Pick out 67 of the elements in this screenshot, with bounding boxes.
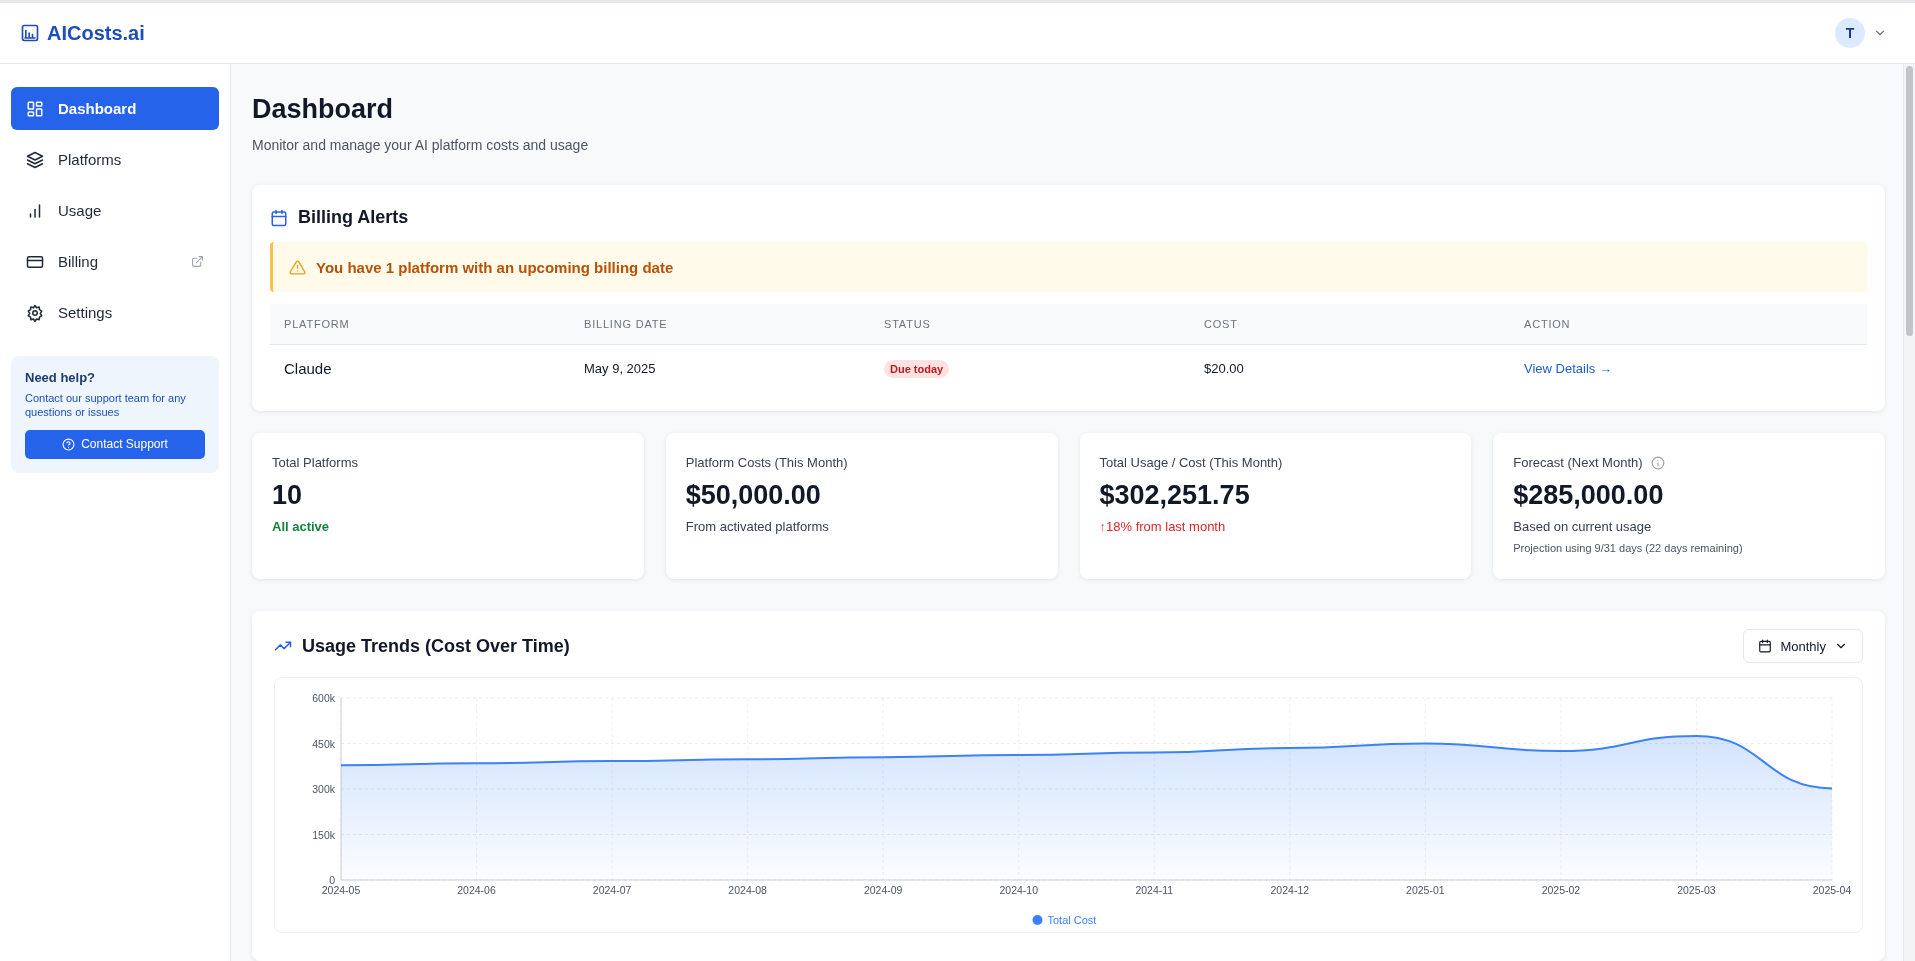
stat-note: From activated platforms — [685, 519, 830, 534]
card-title: Usage Trends (Cost Over Time) — [302, 635, 570, 657]
x-tick-label: 2024-09 — [863, 884, 903, 896]
stat-label: Total Platforms — [272, 455, 358, 470]
stat-value: $50,000.00 — [685, 480, 822, 511]
stat-value: 10 — [272, 480, 304, 511]
x-tick-label: 2025-01 — [1406, 884, 1445, 896]
stat-note: Based on current usage — [1513, 519, 1653, 534]
help-circle-icon — [62, 437, 76, 451]
page-title: Dashboard — [252, 94, 395, 125]
alert-text: You have 1 platform with an upcoming billing date — [316, 258, 674, 276]
calendar-icon — [270, 208, 288, 227]
stat-note: ↑18% from last month — [1099, 519, 1227, 534]
table-cell: Claude — [270, 344, 570, 391]
x-tick-label: 2024-05 — [321, 884, 361, 896]
legend-dot — [1032, 915, 1043, 925]
x-tick-label: 2024-11 — [1135, 884, 1174, 896]
stat-value: $285,000.00 — [1513, 480, 1665, 511]
help-title: Need help? — [25, 370, 97, 385]
stat-label: Total Usage / Cost (This Month) — [1099, 455, 1283, 470]
y-tick-label: 0 — [329, 874, 335, 886]
nav-item[interactable]: Usage — [11, 189, 219, 232]
app-logo[interactable]: AICosts.ai — [47, 21, 145, 45]
stat-value: $302,251.75 — [1099, 480, 1251, 511]
stat-label: Forecast (Next Month) — [1513, 455, 1643, 470]
grid-icon — [26, 99, 44, 118]
x-tick-label: 2025-02 — [1541, 884, 1581, 896]
x-tick-label: 2024-06 — [457, 884, 496, 896]
column-header: BILLING DATE — [570, 304, 870, 345]
x-tick-label: 2025-04 — [1812, 884, 1852, 896]
view-details-link[interactable]: View Details → — [1524, 361, 1612, 376]
table-cell: $20.00 — [1190, 344, 1510, 391]
x-tick-label: 2024-10 — [999, 884, 1038, 896]
contact-support-button[interactable]: Contact Support — [25, 429, 205, 459]
x-tick-label: 2024-08 — [728, 884, 767, 896]
card-title: Billing Alerts — [298, 207, 409, 228]
status-badge: Due today — [884, 360, 950, 378]
scrollbar[interactable] — [1903, 64, 1915, 961]
stat-label: Platform Costs (This Month) — [685, 455, 848, 470]
settings-icon — [26, 303, 44, 322]
page-subtitle: Monitor and manage your AI platform costs and usage — [252, 137, 590, 153]
nav-item[interactable]: Platforms — [11, 138, 219, 181]
warning-icon — [289, 258, 306, 276]
nav-item[interactable]: Settings — [11, 291, 219, 334]
nav-item[interactable]: Dashboard — [11, 87, 219, 130]
nav-item[interactable]: Billing — [11, 240, 219, 283]
chart-logo-icon — [20, 23, 40, 43]
column-header: COST — [1190, 304, 1510, 345]
help-text: Contact our support team for any questions or issues — [25, 391, 187, 420]
calendar-icon — [1758, 639, 1773, 653]
x-tick-label: 2024-07 — [592, 884, 632, 896]
y-tick-label: 450k — [312, 737, 335, 750]
legend-label: Total Cost — [1047, 914, 1097, 926]
column-header: ACTION — [1510, 304, 1867, 345]
column-header: STATUS — [870, 304, 1190, 345]
y-tick-label: 300k — [312, 783, 335, 795]
y-tick-label: 150k — [312, 828, 335, 841]
x-tick-label: 2024-12 — [1270, 884, 1310, 896]
stat-note: All active — [272, 519, 331, 534]
column-header: PLATFORM — [270, 304, 570, 345]
layers-icon — [26, 150, 44, 169]
stat-detail: Projection using 9/31 days (22 days remaining) — [1513, 542, 1744, 554]
table-cell: May 9, 2025 — [570, 344, 870, 391]
x-tick-label: 2025-03 — [1677, 884, 1716, 896]
user-avatar[interactable]: T — [1835, 18, 1865, 48]
y-tick-label: 600k — [312, 692, 335, 704]
period-dropdown[interactable]: Monthly — [1743, 629, 1863, 663]
